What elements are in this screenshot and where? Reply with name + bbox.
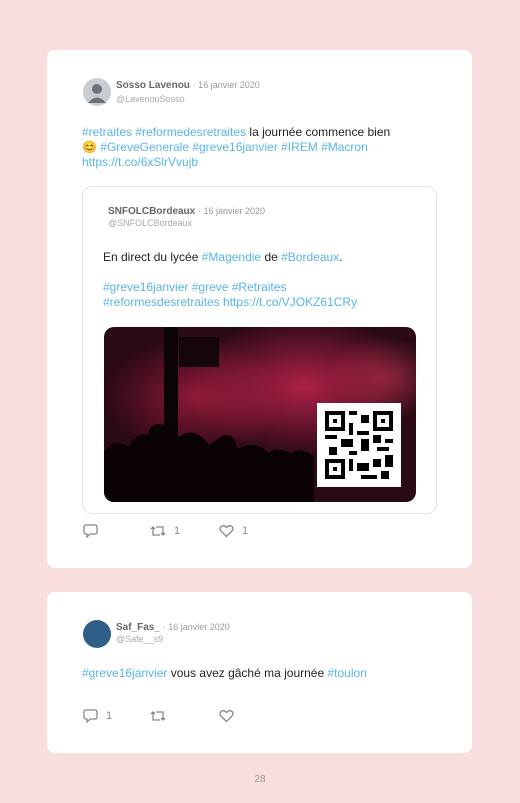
quoted-tweet-text: En direct du lycée #Magendie de #Bordeau… [103,250,423,310]
retweet-icon [150,526,166,536]
reply-action[interactable]: 1 [83,709,112,723]
reply-count: 1 [106,710,113,722]
page-number: 28 [254,774,266,785]
reply-icon [83,709,98,723]
default-user-icon [88,84,106,103]
hashtag[interactable]: #greve16janvier [82,666,167,680]
author-name-text[interactable]: Saf_Fas_ [116,622,160,633]
smile-emoji-icon: 😊 [82,140,97,154]
tweet-text: #retraites #reformedesretraites la journ… [82,125,452,170]
retweet-icon [150,711,166,721]
quoted-author-name-text[interactable]: SNFOLCBordeaux [108,206,195,217]
reply-icon [83,524,98,538]
quoted-tweet-link[interactable]: https://t.co/VJOKZ61CRy [220,295,357,309]
text-segment: . [339,250,343,264]
heart-icon [219,710,234,723]
qr-code-icon [317,403,401,487]
text-segment: En direct du lycée [103,250,202,264]
quoted-tweet-date: · 16 janvier 2020 [198,206,266,216]
author-handle: @Safe__s9 [116,634,164,644]
retweet-action[interactable]: 1 [150,524,180,538]
hashtag[interactable]: #Magendie [202,250,261,264]
hashtag[interactable]: #Bordeaux [281,250,339,264]
quoted-author-handle: @SNFOLCBordeaux [108,218,193,228]
tweet-card-1: Sosso Lavenou · 16 janvier 2020 @Lavenou… [47,50,472,568]
avatar[interactable] [83,620,111,648]
author-name[interactable]: Sosso Lavenou · 16 janvier 2020 [116,80,260,91]
text-segment: de [261,250,282,264]
like-count: 1 [242,525,249,537]
tweet-card-2: Saf_Fas_ · 16 janvier 2020 @Safe__s9 #gr… [47,592,472,753]
hashtag[interactable]: #toulon [328,666,367,680]
tweet-text: #greve16janvier vous avez gâché ma journ… [82,666,452,681]
hashtags[interactable]: #greve16janvier #greve #Retraites [103,280,286,294]
author-handle: @LavenouSosso [116,94,185,104]
heart-icon [219,525,234,538]
quoted-author-name[interactable]: SNFOLCBordeaux · 16 janvier 2020 [108,206,265,217]
like-action[interactable] [219,709,234,723]
hashtags[interactable]: #retraites #reformedesretraites [82,125,246,139]
quoted-tweet[interactable]: SNFOLCBordeaux · 16 janvier 2020 @SNFOLC… [82,186,437,514]
hashtags[interactable]: #GreveGenerale #greve16janvier #IREM #Ma… [97,140,367,154]
like-action[interactable]: 1 [219,524,248,538]
text-segment: vous avez gâché ma journée [167,666,328,680]
hashtag[interactable]: #reformesdesretraites [103,295,220,309]
text-segment: la journée commence bien [246,125,391,139]
tweet-date: · 16 janvier 2020 [192,80,260,90]
author-name[interactable]: Saf_Fas_ · 16 janvier 2020 [116,622,230,633]
protest-photo[interactable] [104,327,416,502]
author-name-text[interactable]: Sosso Lavenou [116,80,190,91]
tweet-date: · 16 janvier 2020 [162,622,230,632]
tweet-link[interactable]: https://t.co/6xSlrVvujb [82,155,198,169]
avatar[interactable] [83,78,111,106]
retweet-action[interactable] [150,709,166,723]
retweet-count: 1 [174,525,181,537]
reply-action[interactable] [83,524,98,538]
